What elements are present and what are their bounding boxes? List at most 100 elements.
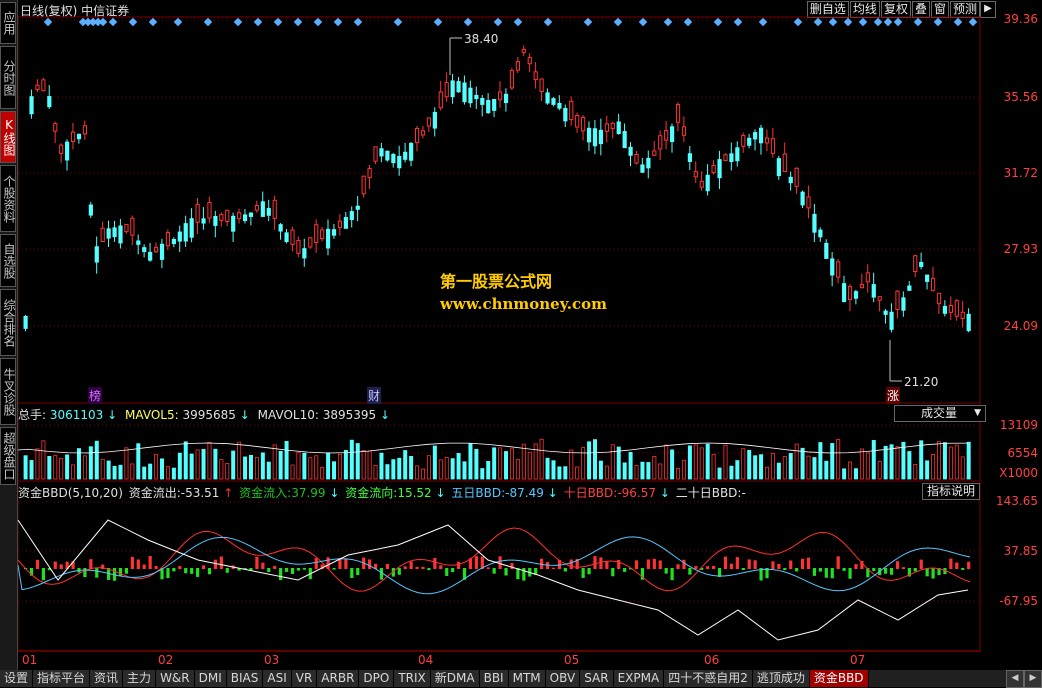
- volume-bar: [450, 458, 455, 480]
- volume-bar: [248, 454, 253, 480]
- indicator-tab-13[interactable]: BBI: [479, 670, 509, 687]
- volume-bar: [23, 455, 28, 480]
- bbd-d5-value: -87.49: [505, 486, 544, 500]
- volume-indicator-dropdown[interactable]: 成交量 ▼: [894, 405, 986, 422]
- candle-body: [853, 291, 859, 299]
- high-price-label: 38.40: [464, 32, 499, 46]
- indicator-tab-16[interactable]: SAR: [580, 670, 614, 687]
- indicator-help-button[interactable]: 指标说明: [922, 483, 981, 500]
- candle-body: [812, 213, 817, 233]
- volume-bar: [960, 456, 965, 480]
- candle-body: [260, 201, 265, 217]
- indicator-tab-18[interactable]: 四十不惑自用2: [664, 670, 753, 687]
- price-axis-label: 39.36: [1003, 12, 1038, 26]
- mavol5-label: MAVOL5:: [125, 408, 179, 422]
- bbd-bar: [166, 568, 170, 579]
- volume-bar: [723, 444, 728, 480]
- candle-body: [432, 111, 437, 129]
- volume-bar: [616, 446, 621, 480]
- indicator-tab-0[interactable]: 设置: [0, 670, 34, 687]
- candle-body: [758, 127, 764, 144]
- volume-bar: [326, 452, 331, 480]
- indicator-tab-5[interactable]: DMI: [194, 670, 227, 687]
- volume-bar: [883, 445, 888, 480]
- candle-body: [581, 116, 586, 132]
- volume-bar: [82, 455, 87, 480]
- candle-body: [610, 122, 615, 129]
- volume-bar: [681, 459, 686, 480]
- bbd-bar: [474, 556, 478, 569]
- volume-bar: [498, 447, 503, 480]
- indicator-tab-10[interactable]: DPO: [359, 670, 395, 687]
- event-marker[interactable]: 涨: [886, 387, 901, 404]
- indicator-tab-6[interactable]: BIAS: [226, 670, 264, 687]
- left-tab-6[interactable]: 牛叉诊股: [0, 358, 16, 425]
- candle-body: [474, 94, 479, 100]
- bbd-bar: [118, 568, 123, 577]
- left-tab-7[interactable]: 超级盘口: [0, 427, 16, 485]
- bbd-bar: [302, 568, 306, 570]
- indicator-tab-14[interactable]: MTM: [508, 670, 546, 687]
- bbd-bar: [385, 563, 390, 569]
- indicator-tab-20[interactable]: 资金BBD: [809, 670, 869, 687]
- event-marker[interactable]: 榜: [88, 387, 103, 404]
- indicator-tab-7[interactable]: ASI: [263, 670, 292, 687]
- volume-bar: [598, 460, 603, 480]
- volume-bar: [254, 456, 259, 480]
- indicator-tab-1[interactable]: 指标平台: [33, 670, 91, 687]
- bbd-bar: [486, 567, 490, 569]
- candle-body: [76, 133, 82, 140]
- indicator-tab-11[interactable]: TRIX: [394, 670, 431, 687]
- volume-bar: [456, 453, 461, 480]
- candle-body: [53, 123, 58, 132]
- left-tab-2[interactable]: K线图: [0, 111, 16, 163]
- bbd-bar: [735, 557, 739, 569]
- volume-bar: [521, 443, 526, 480]
- left-tab-3[interactable]: 个股资料: [0, 165, 16, 232]
- candle-body: [521, 48, 526, 53]
- indicator-tab-12[interactable]: 新DMA: [430, 670, 480, 687]
- indicator-tab-3[interactable]: 主力: [123, 670, 157, 687]
- volume-bar: [397, 457, 402, 480]
- price-axis-label: 27.93: [1003, 242, 1038, 256]
- event-marker[interactable]: 财: [367, 387, 382, 404]
- bbd-d10-value: -96.57: [617, 486, 656, 500]
- price-axis-label: 35.56: [1003, 90, 1038, 104]
- indicator-tab-9[interactable]: ARBR: [317, 670, 360, 687]
- bbd-d20-label: 二十日BBD:: [675, 486, 742, 500]
- candle-body: [664, 130, 669, 141]
- bbd-bar: [919, 559, 923, 569]
- candle-body: [830, 258, 835, 276]
- bbd-bar: [688, 568, 692, 575]
- candle-body: [723, 154, 728, 162]
- volume-bar: [124, 447, 129, 480]
- indicator-tab-15[interactable]: OBV: [545, 670, 581, 687]
- volume-bar: [895, 446, 900, 480]
- indicator-tab-2[interactable]: 资讯: [90, 670, 124, 687]
- candle-body: [503, 93, 509, 104]
- x-axis-label: 05: [564, 653, 580, 667]
- volume-bar: [670, 449, 675, 480]
- bbd-bar: [201, 565, 206, 569]
- volume-bar: [231, 450, 236, 480]
- bbd-bar: [409, 561, 413, 569]
- left-tab-4[interactable]: 自选股: [0, 234, 16, 287]
- volume-bar: [332, 461, 337, 480]
- candle-body: [877, 296, 882, 301]
- event-diamond-icon: [828, 17, 838, 27]
- candle-body: [171, 238, 176, 245]
- watermark-url: www.chnmoney.com: [440, 295, 607, 313]
- scroll-left-icon[interactable]: ◀: [1006, 670, 1024, 688]
- indicator-tab-8[interactable]: VR: [291, 670, 318, 687]
- candle-body: [314, 224, 319, 244]
- left-tab-5[interactable]: 综合排名: [0, 289, 16, 356]
- left-tab-1[interactable]: 分时图: [0, 46, 16, 109]
- volume-bar: [747, 450, 752, 480]
- indicator-tab-17[interactable]: EXPMA: [613, 670, 665, 687]
- indicator-tab-19[interactable]: 逃顶成功: [752, 670, 810, 687]
- left-tab-0[interactable]: 应用: [0, 2, 16, 44]
- scroll-right-icon[interactable]: ▶: [1024, 670, 1042, 688]
- bbd-out-value: -53.51: [180, 486, 220, 500]
- indicator-tab-4[interactable]: W&R: [156, 670, 195, 687]
- event-diamond-icon: [813, 17, 823, 27]
